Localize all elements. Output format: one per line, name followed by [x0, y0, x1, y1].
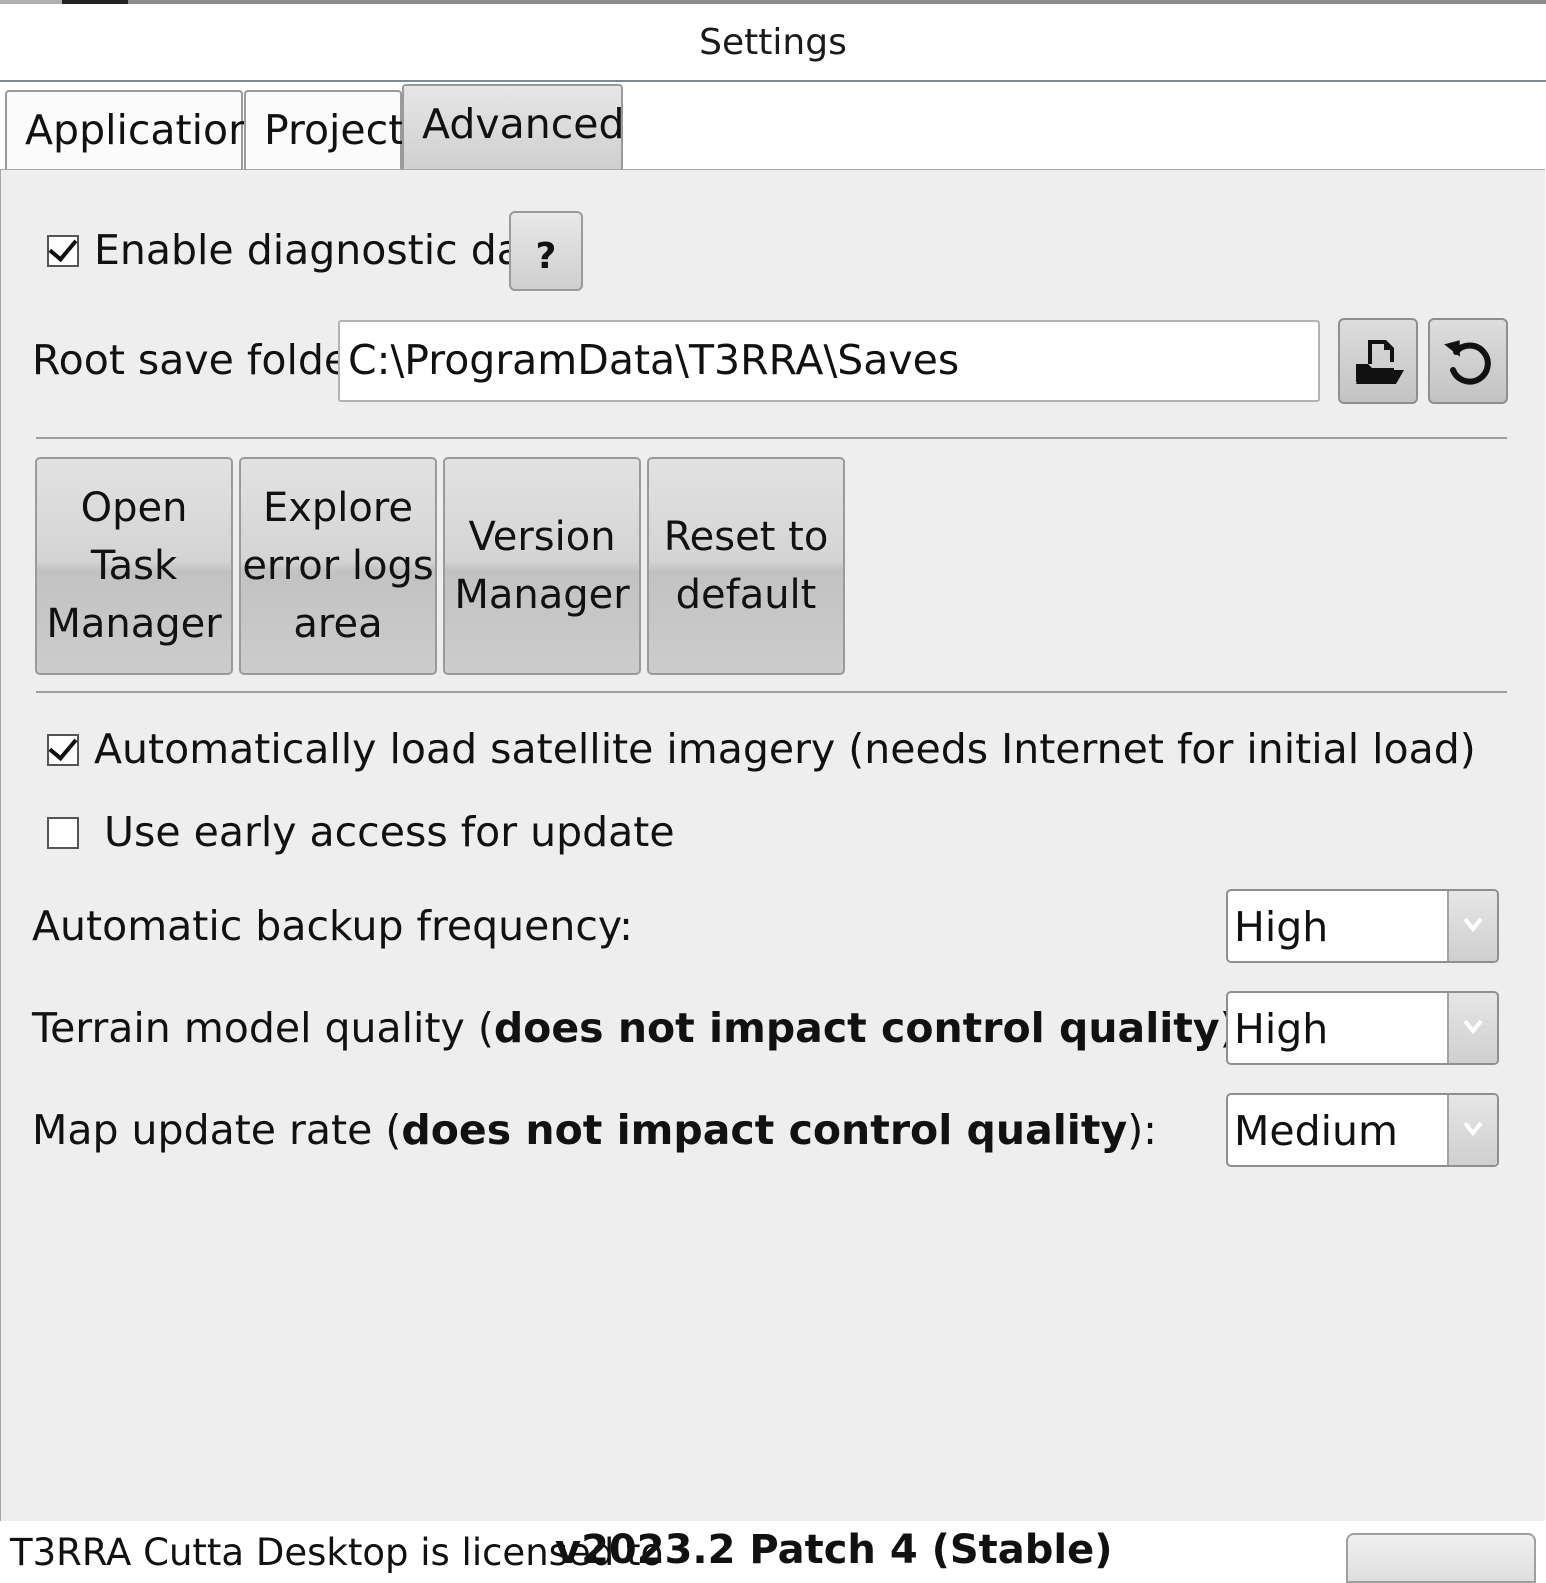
dropdown-arrow[interactable]: [1447, 993, 1497, 1063]
diagnostic-data-checkbox[interactable]: [47, 231, 79, 267]
checkmark-icon: [48, 231, 78, 263]
section-divider: [36, 437, 1507, 439]
terrain-quality-label: Terrain model quality (does not impact c…: [32, 1004, 1249, 1052]
tab-project[interactable]: Project: [244, 90, 404, 170]
status-footer: T3RRA Cutta Desktop is licensed to v2023…: [0, 1521, 1546, 1583]
open-task-manager-button[interactable]: Open Task Manager: [35, 457, 233, 675]
open-task-manager-label: Open Task Manager: [46, 485, 222, 647]
explore-error-logs-button[interactable]: Explore error logs area: [239, 457, 437, 675]
diagnostic-help-button[interactable]: ?: [509, 211, 583, 291]
dropdown-arrow[interactable]: [1447, 1095, 1497, 1165]
early-access-label: Use early access for update: [104, 808, 675, 856]
terrain-quality-label-pre: Terrain model quality (: [32, 1004, 494, 1052]
terrain-quality-value: High: [1234, 1005, 1329, 1053]
reset-to-default-button[interactable]: Reset to default: [647, 457, 845, 675]
terrain-quality-select[interactable]: High: [1226, 991, 1499, 1065]
chevron-down-icon: [1463, 1019, 1483, 1035]
map-update-rate-label-bold: does not impact control quality: [401, 1106, 1128, 1154]
backup-frequency-label: Automatic backup frequency:: [32, 902, 633, 950]
window-title: Settings: [699, 22, 847, 63]
folder-open-icon: [1356, 340, 1404, 384]
map-update-rate-value: Medium: [1234, 1107, 1398, 1155]
chevron-down-icon: [1463, 917, 1483, 933]
title-bar: Settings: [0, 4, 1546, 82]
map-update-rate-label-pre: Map update rate (: [32, 1106, 402, 1154]
reset-to-default-label: Reset to default: [663, 514, 829, 618]
root-save-folder-input[interactable]: C:\ProgramData\T3RRA\Saves: [338, 320, 1320, 402]
backup-frequency-select[interactable]: High: [1226, 889, 1499, 963]
version-manager-label: Version Manager: [454, 514, 630, 618]
tab-advanced[interactable]: Advanced: [402, 84, 625, 170]
reset-folder-button[interactable]: [1428, 318, 1508, 404]
section-divider: [36, 691, 1507, 693]
dropdown-arrow[interactable]: [1447, 891, 1497, 961]
terrain-quality-label-bold: does not impact control quality: [493, 1004, 1220, 1052]
version-manager-button[interactable]: Version Manager: [443, 457, 641, 675]
map-update-rate-label-post: ):: [1127, 1106, 1157, 1154]
tab-application[interactable]: Application: [5, 90, 254, 170]
map-update-rate-label: Map update rate (does not impact control…: [32, 1106, 1157, 1154]
chevron-down-icon: [1463, 1121, 1483, 1137]
checkmark-icon: [48, 730, 78, 762]
satellite-imagery-checkbox[interactable]: [47, 730, 79, 766]
footer-button[interactable]: [1346, 1533, 1536, 1583]
browse-folder-button[interactable]: [1338, 318, 1418, 404]
undo-icon: [1444, 340, 1491, 385]
version-text: v2023.2 Patch 4 (Stable): [555, 1527, 1113, 1573]
satellite-imagery-label: Automatically load satellite imagery (ne…: [94, 725, 1476, 773]
explore-error-logs-label: Explore error logs area: [242, 485, 434, 647]
root-save-folder-label: Root save folder:: [32, 336, 380, 384]
backup-frequency-value: High: [1234, 903, 1329, 951]
diagnostic-data-label: Enable diagnostic data: [94, 226, 564, 274]
early-access-checkbox[interactable]: [47, 817, 79, 849]
map-update-rate-select[interactable]: Medium: [1226, 1093, 1499, 1167]
